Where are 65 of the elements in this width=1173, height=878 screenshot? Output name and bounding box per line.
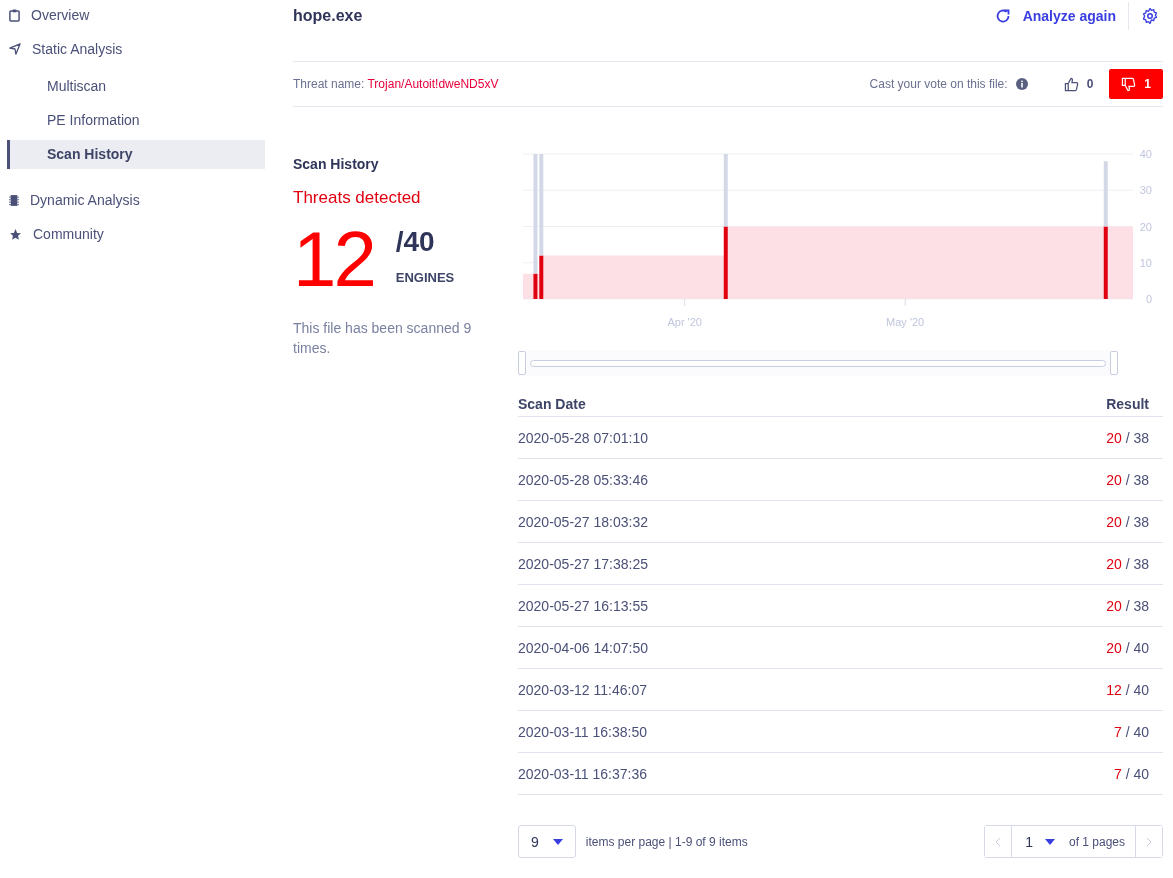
- page-size-dropdown[interactable]: 9: [518, 825, 576, 858]
- table-cell: 20 / 38: [966, 584, 1163, 627]
- sidebar-item[interactable]: Community: [0, 223, 265, 245]
- threat-name: Threat name: Trojan/Autoit!dweND5xV: [293, 77, 499, 91]
- page-dropdown[interactable]: 1: [1011, 826, 1055, 857]
- table-cell: 7 / 40: [966, 752, 1163, 795]
- table-cell: 20 / 38: [966, 500, 1163, 543]
- table-cell: 7 / 40: [966, 710, 1163, 753]
- settings-icon[interactable]: [1141, 7, 1159, 25]
- sidebar-item[interactable]: Static Analysis: [0, 38, 265, 60]
- range-handle[interactable]: [518, 350, 526, 375]
- thumbs-down-icon: [1121, 76, 1137, 92]
- column-header: Result: [966, 390, 1163, 417]
- table-cell: 2020-05-28 07:01:10: [518, 416, 967, 459]
- table-cell: 20 / 38: [966, 416, 1163, 459]
- table-cell: 2020-04-06 14:07:50: [518, 626, 967, 669]
- caret-icon: [1044, 838, 1055, 845]
- clean-bar: [1103, 161, 1108, 227]
- chip-icon: [9, 193, 19, 207]
- analyze-again-button[interactable]: Analyze again: [994, 8, 1116, 24]
- table-cell: 2020-05-27 18:03:32: [518, 500, 967, 543]
- x-tick-label: Apr '20: [667, 316, 702, 328]
- table-cell: 20 / 40: [966, 626, 1163, 669]
- paper-plane-icon: [9, 43, 21, 55]
- sidebar-item[interactable]: Overview: [0, 4, 265, 26]
- engines-label: ENGINES: [395, 270, 455, 285]
- sidebar-item[interactable]: Dynamic Analysis: [0, 189, 265, 211]
- detected-count: 12: [293, 220, 374, 298]
- table-cell: 2020-03-11 16:38:50: [518, 710, 967, 753]
- file-title: hope.exe: [293, 7, 363, 25]
- items-info: items per page | 1-9 of 9 items: [585, 834, 748, 849]
- table-cell: 12 / 40: [966, 668, 1163, 711]
- info-icon: [1015, 78, 1028, 90]
- table-cell: 2020-05-28 05:33:46: [518, 458, 967, 501]
- table-cell: 2020-03-11 16:37:36: [518, 752, 967, 795]
- threat-status: Threats detected: [293, 188, 422, 208]
- table-cell: 2020-03-12 11:46:07: [518, 668, 967, 711]
- table-cell: 20 / 38: [966, 458, 1163, 501]
- sidebar-subitem[interactable]: Multiscan: [7, 72, 265, 101]
- chevron-right-icon: [1146, 836, 1152, 847]
- y-tick-label: 10: [1139, 256, 1152, 269]
- y-tick-label: 30: [1139, 184, 1152, 197]
- range-slider[interactable]: [518, 350, 1118, 376]
- column-header: Scan Date: [518, 390, 967, 417]
- clipboard-icon: [9, 8, 20, 22]
- y-tick-label: 40: [1139, 148, 1152, 160]
- chevron-left-icon: [995, 836, 1002, 847]
- thumbs-up-icon: [1063, 76, 1079, 92]
- thumbs-up-button[interactable]: 0: [1055, 70, 1102, 98]
- table-cell: 20 / 38: [966, 542, 1163, 585]
- x-tick-label: May '20: [886, 316, 925, 328]
- y-tick-label: 20: [1139, 220, 1152, 233]
- table-cell: 2020-05-27 16:13:55: [518, 584, 967, 627]
- vote-prompt: Cast your vote on this file:: [869, 77, 1008, 91]
- thumbs-down-button[interactable]: 1: [1109, 69, 1163, 99]
- engine-total: /40: [395, 226, 436, 258]
- refresh-icon: [994, 8, 1011, 24]
- sidebar-subitem[interactable]: PE Information: [7, 106, 265, 135]
- sidebar-subitem[interactable]: Scan History: [7, 140, 265, 169]
- section-heading: Scan History: [293, 156, 380, 172]
- table-cell: 2020-05-27 17:38:25: [518, 542, 967, 585]
- scan-count-note: This file has been scanned 9 times.: [293, 319, 473, 358]
- star-icon: [9, 227, 22, 241]
- range-handle[interactable]: [1110, 350, 1118, 375]
- caret-icon: [552, 838, 563, 845]
